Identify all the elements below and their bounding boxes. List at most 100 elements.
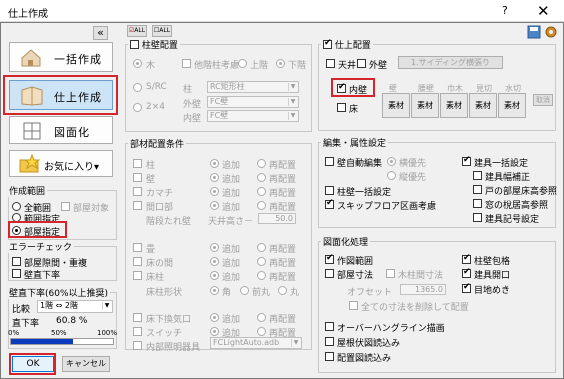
kakai-radio[interactable] [276, 59, 285, 68]
buzai-replace-radio[interactable] [257, 159, 266, 168]
mejinuki-checkbox[interactable] [462, 282, 471, 293]
yoko-label: 横優先 [399, 159, 427, 169]
heya-sukima-checkbox[interactable] [12, 257, 21, 266]
ratio-label: 直下率 [12, 319, 40, 329]
buzai-item-checkbox[interactable] [133, 173, 142, 182]
buzai-item-label: 床の間 [146, 259, 174, 269]
drawing-icon [23, 122, 41, 140]
buzai-add-radio[interactable] [210, 243, 219, 252]
henshu-right-label: 建具幅補正 [485, 173, 531, 183]
hashira-type-select[interactable]: RC矩形柱 ▼ [207, 81, 299, 93]
henshu-right-checkbox[interactable] [473, 213, 482, 222]
all-on-button[interactable]: ☑ALL [127, 25, 147, 37]
buzai-replace-radio[interactable] [257, 173, 266, 182]
henshu-right-label: 窓の梲居高参照 [485, 201, 549, 211]
buzai-item-checkbox[interactable] [133, 257, 142, 266]
close-button[interactable]: ✕ [537, 2, 550, 20]
yane-checkbox[interactable] [325, 337, 334, 346]
buzai-add-radio[interactable] [210, 173, 219, 182]
offset-input[interactable]: 1365.0 [400, 284, 446, 295]
takaibashira-checkbox[interactable] [182, 59, 191, 68]
buzai-add-radio[interactable] [210, 257, 219, 266]
all-off-button[interactable]: ☐ALL [152, 25, 172, 37]
heya-taisho-checkbox[interactable] [61, 202, 70, 211]
ikkatsu-sakusei-button[interactable]: 一括作成 [9, 42, 113, 72]
zumenka-button[interactable]: 図面化 [9, 116, 113, 144]
twobyfour-radio[interactable] [133, 103, 142, 112]
henshu-right-checkbox[interactable] [473, 199, 482, 208]
buzai-replace-radio[interactable] [257, 257, 266, 266]
henshu-right-checkbox[interactable] [473, 171, 482, 180]
buzai-add-radio[interactable] [210, 313, 219, 322]
joukai-radio[interactable] [238, 59, 247, 68]
gear-icon[interactable] [544, 25, 558, 39]
delete-all-checkbox[interactable] [349, 301, 358, 310]
gaiheki-type-select[interactable]: FC壁 ▼ [207, 96, 299, 108]
buzai-replace-radio[interactable] [257, 327, 266, 336]
buzai-replace-radio[interactable] [257, 313, 266, 322]
buzai-item-checkbox[interactable] [133, 327, 142, 336]
buzai-item-checkbox[interactable] [133, 187, 142, 196]
buzai-item-checkbox[interactable] [133, 271, 142, 280]
tate-radio[interactable] [387, 171, 396, 180]
shape-maemaru-radio[interactable] [240, 286, 249, 295]
chevron-down-icon: ▼ [288, 83, 297, 91]
overhang-checkbox[interactable] [325, 322, 334, 331]
hashira-kabe-houkaku-checkbox[interactable] [462, 253, 471, 264]
buzai-item-checkbox[interactable] [133, 313, 142, 322]
henshu-right-checkbox[interactable] [462, 155, 471, 166]
shape-maru-radio[interactable] [278, 286, 287, 295]
sakuzu-checkbox[interactable] [325, 253, 334, 264]
kabe-auto-checkbox[interactable] [325, 157, 334, 166]
buzai-add-radio[interactable] [210, 271, 219, 280]
buzai-add-radio[interactable] [210, 187, 219, 196]
sozai-button[interactable]: 素材 [469, 93, 497, 118]
yuka-checkbox[interactable] [337, 103, 346, 112]
hashira-checkbox[interactable] [130, 40, 139, 49]
tenjo-input[interactable]: 50.0 [258, 213, 296, 224]
kabe-chokka-checkbox[interactable] [12, 269, 21, 278]
sozai-button[interactable]: 素材 [440, 93, 468, 118]
favorites-button[interactable]: お気に入り▾ [9, 150, 113, 177]
naiheki-type-select[interactable]: FC壁 ▼ [207, 110, 299, 122]
buzai-add-radio[interactable] [210, 159, 219, 168]
buzai-replace-radio[interactable] [257, 201, 266, 210]
tategu-kaikou-label: 建具開口 [474, 271, 511, 281]
tategu-kaikou-checkbox[interactable] [462, 267, 471, 278]
buzai-replace-radio[interactable] [257, 243, 266, 252]
shape-kaku-radio[interactable] [210, 286, 219, 295]
henshu-right-checkbox[interactable] [473, 185, 482, 194]
buzai-replace-radio[interactable] [257, 187, 266, 196]
heya-sunpo-checkbox[interactable] [325, 269, 334, 278]
compare-select[interactable]: 1階 ⇔ 2階 ▼ [37, 300, 113, 313]
haichi-checkbox[interactable] [325, 352, 334, 361]
wood-radio[interactable] [133, 59, 142, 68]
hashira-kabe-checkbox[interactable] [325, 186, 334, 195]
buzai-replace-radio[interactable] [257, 271, 266, 280]
shiage-checkbox[interactable] [323, 38, 332, 49]
sozai-button[interactable]: 素材 [411, 93, 439, 118]
skip-floor-checkbox[interactable] [325, 198, 334, 209]
buzai-item-checkbox[interactable] [133, 159, 142, 168]
buzai-item-checkbox[interactable] [133, 243, 142, 252]
siding-button[interactable]: 1.サイディング横張り [398, 56, 503, 69]
torikeshi-button[interactable]: 取消 [533, 94, 553, 106]
light-select[interactable]: FCLightAuto.adb ▼ [210, 337, 302, 349]
save-icon[interactable] [527, 25, 541, 39]
mokuchu-checkbox[interactable] [386, 269, 395, 278]
sozai-button[interactable]: 素材 [382, 93, 410, 118]
buzai-add-radio[interactable] [210, 201, 219, 210]
zenhani-radio[interactable] [12, 202, 21, 211]
sozai-button[interactable]: 素材 [498, 93, 526, 118]
yoko-radio[interactable] [387, 157, 396, 166]
collapse-button[interactable]: « [93, 26, 108, 40]
cancel-button[interactable]: キャンセル [62, 356, 110, 372]
src-radio[interactable] [133, 83, 142, 92]
buzai-item-checkbox[interactable] [133, 201, 142, 210]
sakuzu-label: 作図範囲 [337, 257, 374, 267]
tenjo-checkbox[interactable] [326, 59, 335, 68]
help-button[interactable]: ? [502, 4, 508, 17]
buzai-add-radio[interactable] [210, 327, 219, 336]
buzai-item-checkbox[interactable] [133, 341, 142, 350]
gaiheki-checkbox[interactable] [357, 59, 366, 68]
